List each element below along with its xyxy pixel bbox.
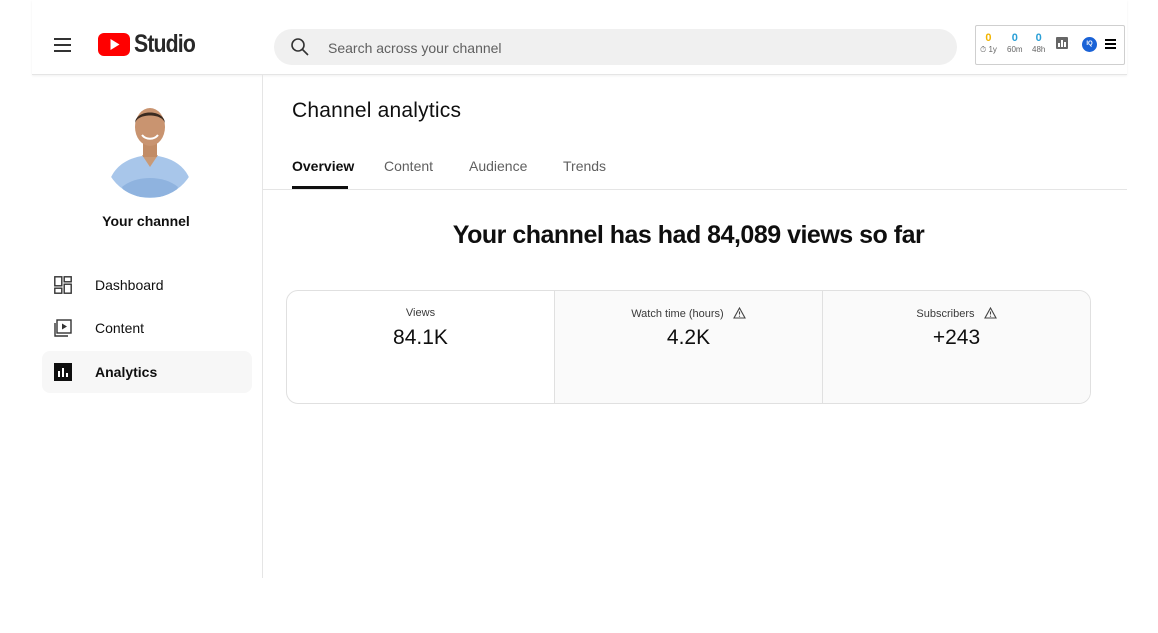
metric-card-views[interactable]: Views 84.1K [287, 291, 554, 403]
bar-chart-icon[interactable] [1056, 37, 1068, 49]
your-channel-label[interactable]: Your channel [32, 213, 260, 229]
extension-stat-48h: 0 48h [1032, 32, 1046, 54]
content-icon [54, 319, 72, 337]
extension-stat-1y: 0 ⏱ 1y [980, 32, 997, 54]
search-input[interactable] [326, 29, 930, 67]
extension-menu-icon[interactable] [1105, 38, 1116, 50]
tab-overview[interactable]: Overview [292, 158, 354, 174]
sidebar-item-label: Dashboard [95, 277, 164, 293]
sidebar-item-content[interactable]: Content [42, 307, 252, 349]
tab-bar: Overview Content Audience Trends [263, 140, 1127, 190]
metric-label: Watch time (hours) [631, 308, 724, 320]
tab-trends[interactable]: Trends [563, 158, 606, 174]
vidiq-badge-icon[interactable]: IQ [1082, 37, 1097, 52]
metric-label: Views [405, 307, 436, 319]
dashboard-icon [54, 276, 72, 294]
tab-content[interactable]: Content [384, 158, 433, 174]
youtube-play-icon [98, 32, 130, 56]
extension-widget[interactable]: 0 ⏱ 1y 0 60m 0 48h IQ [975, 25, 1125, 65]
sidebar-item-label: Content [95, 320, 145, 336]
sidebar-item-label: Analytics [95, 364, 158, 380]
extension-stat-60m: 0 60m [1007, 32, 1023, 54]
views-headline: Your channel has had 84,089 views so far [452, 221, 925, 249]
clock-icon: ⏱ [980, 45, 987, 54]
logo-text: Studio [134, 29, 196, 58]
sidebar-item-dashboard[interactable]: Dashboard [42, 264, 252, 306]
main-content: Channel analytics Overview Content Audie… [263, 75, 1127, 578]
metric-card-watch-time[interactable]: Watch time (hours) 4.2K [554, 291, 822, 403]
youtube-studio-logo[interactable]: Studio [98, 30, 206, 58]
app: Studio 0 ⏱ 1y 0 60m 0 48h [32, 0, 1127, 578]
warning-icon[interactable] [732, 307, 746, 319]
search-icon[interactable] [290, 37, 310, 57]
analytics-icon [54, 363, 72, 381]
tab-audience[interactable]: Audience [469, 158, 527, 174]
metric-cards: Views 84.1K Watch time (hours) 4.2K Subs… [286, 290, 1091, 404]
metric-value: +243 [932, 326, 981, 349]
metric-value: 84.1K [393, 326, 448, 349]
hamburger-menu-icon[interactable] [52, 33, 76, 57]
page-title: Channel analytics [292, 99, 462, 122]
metric-label: Subscribers [916, 308, 975, 320]
metric-card-subscribers[interactable]: Subscribers +243 [822, 291, 1090, 403]
metric-value: 4.2K [666, 326, 711, 349]
sidebar-item-analytics[interactable]: Analytics [42, 351, 252, 393]
avatar[interactable] [102, 97, 198, 198]
sidebar: Your channel Dashboard Content Analytics [32, 75, 263, 578]
top-bar: Studio 0 ⏱ 1y 0 60m 0 48h [32, 0, 1127, 75]
warning-icon[interactable] [983, 307, 997, 319]
active-tab-indicator [292, 186, 348, 189]
search-bar[interactable] [274, 29, 957, 67]
